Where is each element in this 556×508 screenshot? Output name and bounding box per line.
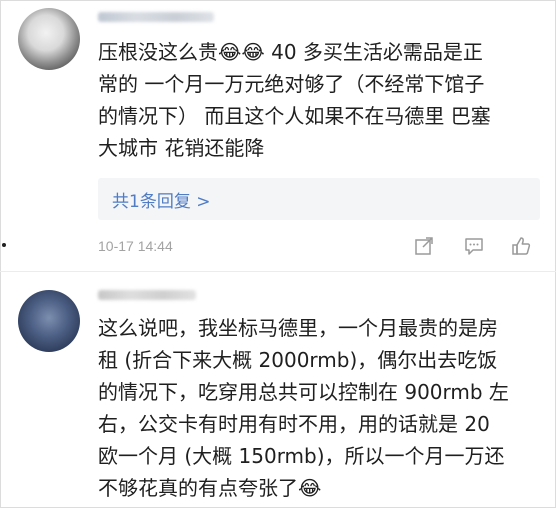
comment-item: 压根没这么贵😂😂 40 多买生活必需品是正 常的 一个月一万元绝对够了（不经常下… [0,0,556,272]
share-icon[interactable] [414,236,434,256]
like-icon[interactable] [511,236,531,256]
view-replies-link[interactable]: 共1条回复 > [112,187,210,212]
comment-item: 这么说吧，我坐标马德里，一个月最贵的是房 租 (折合下来大概 2000rmb)，… [0,272,556,508]
comment-text: 这么说吧，我坐标马德里，一个月最贵的是房 租 (折合下来大概 2000rmb)，… [98,316,509,500]
avatar[interactable] [18,290,80,352]
replies-panel[interactable]: 共1条回复 > [98,178,540,220]
username-redacted[interactable] [98,290,196,300]
username-redacted[interactable] [98,12,214,22]
comment-timestamp: 10-17 14:44 [98,238,173,254]
comment-text: 压根没这么贵😂😂 40 多买生活必需品是正 常的 一个月一万元绝对够了（不经常下… [98,40,491,160]
avatar[interactable] [18,8,80,70]
reply-icon[interactable] [464,236,484,256]
